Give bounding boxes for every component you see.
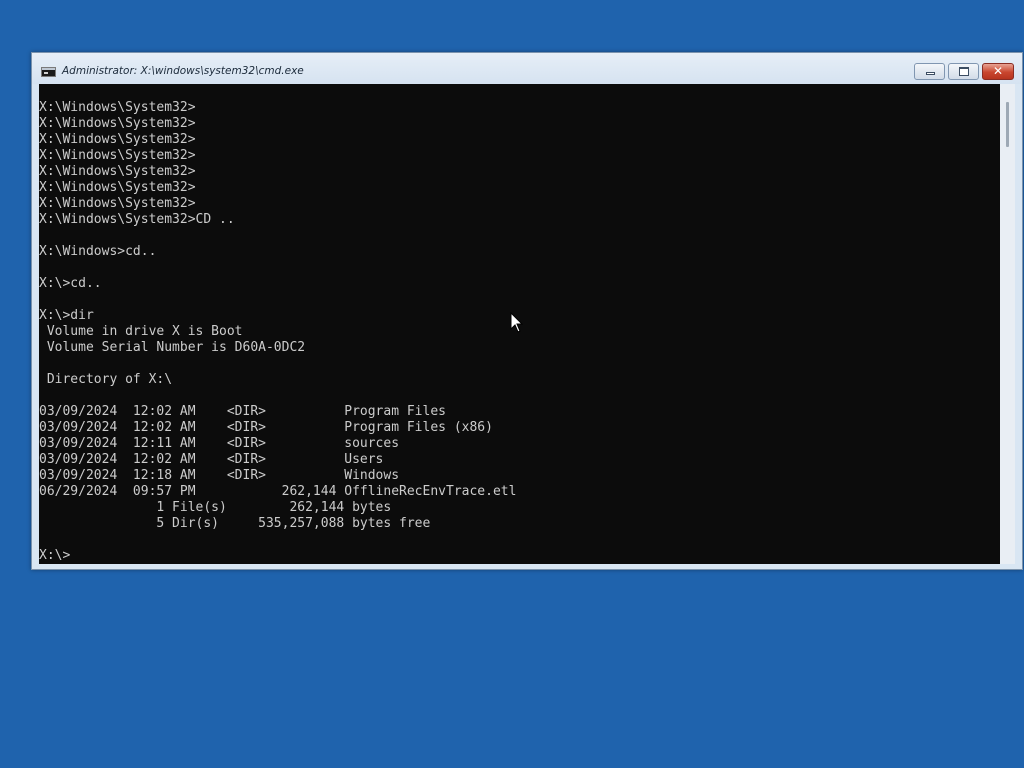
console-line: X:\Windows\System32>CD .. [39, 212, 235, 227]
title-bar[interactable]: Administrator: X:\windows\system32\cmd.e… [32, 53, 1022, 84]
window-title: Administrator: X:\windows\system32\cmd.e… [62, 65, 304, 77]
console-line: X:\Windows\System32> [39, 148, 196, 163]
scrollbar-thumb[interactable] [1006, 102, 1009, 147]
console-line: 06/29/2024 09:57 PM 262,144 OfflineRecEn… [39, 484, 517, 499]
console-line: Directory of X:\ [39, 372, 173, 387]
console-line: X:\Windows\System32> [39, 164, 196, 179]
console-line: X:\>dir [39, 308, 94, 323]
console-line: 03/09/2024 12:11 AM <DIR> sources [39, 436, 400, 451]
cmd-window: Administrator: X:\windows\system32\cmd.e… [31, 52, 1023, 570]
console-line: 03/09/2024 12:02 AM <DIR> Program Files [39, 404, 446, 419]
mouse-pointer-icon [510, 312, 524, 333]
console-line: Volume Serial Number is D60A-0DC2 [39, 340, 306, 355]
console-line: 1 File(s) 262,144 bytes [39, 500, 392, 515]
console-line: X:\Windows\System32> [39, 180, 196, 195]
console-line: 03/09/2024 12:02 AM <DIR> Users [39, 452, 384, 467]
console-line: Volume in drive X is Boot [39, 324, 243, 339]
console-line: X:\Windows\System32> [39, 196, 196, 211]
close-button[interactable]: ✕ [982, 63, 1014, 80]
minimize-button[interactable] [914, 63, 945, 80]
console-line: X:\Windows\System32> [39, 132, 196, 147]
close-icon: ✕ [992, 64, 1004, 78]
desktop: Administrator: X:\windows\system32\cmd.e… [0, 0, 1024, 768]
console-line: X:\> [39, 548, 71, 563]
console-line: X:\>cd.. [39, 276, 102, 291]
console-line: X:\Windows\System32> [39, 100, 196, 115]
console-line: X:\Windows>cd.. [39, 244, 157, 259]
console-text: X:\Windows\System32> X:\Windows\System32>… [39, 100, 516, 564]
console-line: X:\Windows\System32> [39, 116, 196, 131]
console-line: 5 Dir(s) 535,257,088 bytes free [39, 516, 431, 531]
maximize-button[interactable] [948, 63, 979, 80]
console-line: 03/09/2024 12:02 AM <DIR> Program Files … [39, 420, 493, 435]
minimize-icon [926, 72, 935, 75]
cmd-icon[interactable] [41, 67, 56, 77]
console-line: 03/09/2024 12:18 AM <DIR> Windows [39, 468, 400, 483]
maximize-icon [959, 67, 969, 76]
vertical-scrollbar[interactable] [1000, 84, 1015, 564]
